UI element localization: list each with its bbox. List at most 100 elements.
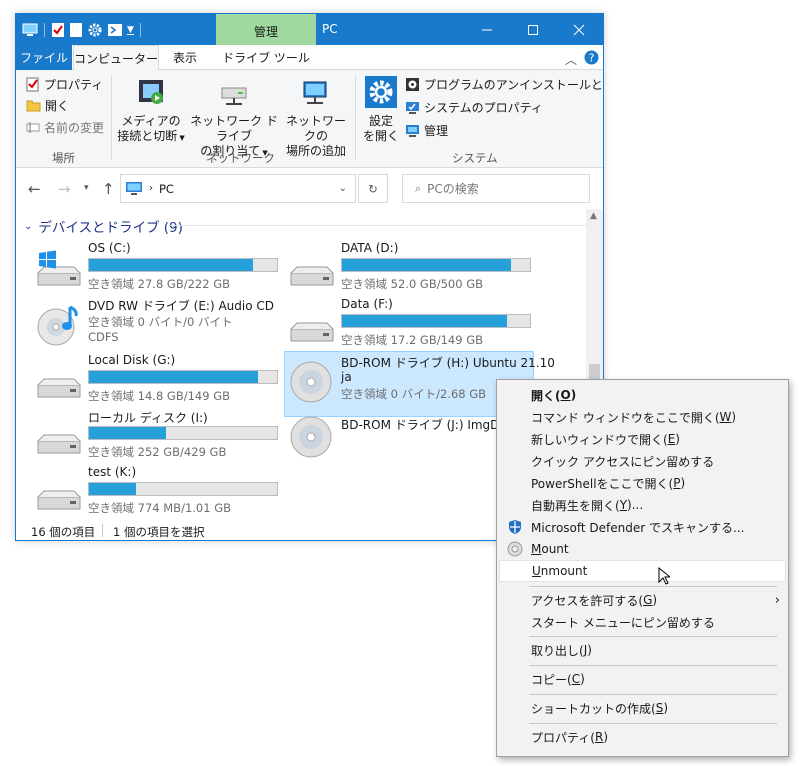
eject-pre: 取り出し(: [531, 643, 584, 658]
shortcut-key: S: [655, 701, 664, 715]
menu-item-command-window[interactable]: コマンド ウィンドウをここで開く(W): [499, 406, 786, 428]
pc-icon: [126, 182, 142, 195]
drive-g[interactable]: Local Disk (G:) 空き領域 14.8 GB/149 GB: [36, 353, 286, 407]
menu-item-pin-start[interactable]: スタート メニューにピン留めする: [499, 611, 786, 633]
menu-item-create-shortcut[interactable]: ショートカットの作成(S): [499, 697, 786, 719]
chevron-down-icon: ⌄: [24, 220, 33, 232]
group-title: デバイスとドライブ (9): [38, 220, 183, 236]
open-settings-button[interactable]: 設定 を開く: [360, 76, 402, 144]
props-post: ): [603, 730, 608, 744]
manage-icon: [406, 125, 419, 137]
properties-button[interactable]: プロパティ: [26, 76, 103, 93]
qat-dropdown-icon[interactable]: ▼: [127, 25, 134, 35]
drive-e[interactable]: DVD RW ドライブ (E:) Audio CD 空き領域 0 バイト/0 バ…: [36, 297, 286, 351]
menu-item-defender-scan[interactable]: Microsoft Defender でスキャンする...: [499, 516, 786, 538]
shortcut-pre: ショートカットの作成(: [531, 701, 656, 716]
copy-key: C: [571, 672, 581, 686]
menu-item-pin-quick-access[interactable]: クイック アクセスにピン留めする: [499, 450, 786, 472]
title-bar[interactable]: ▼ 管理 PC: [16, 14, 603, 45]
drive-c[interactable]: OS (C:) 空き領域 27.8 GB/222 GB: [36, 241, 286, 295]
menu-item-powershell[interactable]: PowerShellをここで開く(P): [499, 472, 786, 494]
menu-item-autoplay[interactable]: 自動再生を開く(Y)...: [499, 494, 786, 516]
scroll-up-icon[interactable]: ▲: [590, 211, 597, 221]
open-pre: 開く(: [531, 388, 561, 403]
address-dropdown-icon[interactable]: ⌄: [339, 183, 347, 194]
media-label-2: 接続と切断: [117, 129, 178, 143]
settings-gear-icon: [365, 76, 397, 108]
quick-access-toolbar: ▼: [22, 21, 143, 39]
menu-item-give-access[interactable]: アクセスを許可する(G) ›: [499, 589, 786, 611]
menu-item-mount[interactable]: Mount: [499, 538, 786, 560]
menu-item-eject[interactable]: 取り出し(J): [499, 639, 786, 661]
open-button[interactable]: 開く: [26, 97, 69, 114]
group-label-network: ネットワーク: [206, 151, 275, 165]
media-label-1: メディアの: [121, 114, 181, 128]
recent-locations-icon[interactable]: ▾: [84, 183, 89, 193]
drive-d[interactable]: DATA (D:) 空き領域 52.0 GB/500 GB: [289, 241, 539, 295]
menu-item-new-window[interactable]: 新しいウィンドウで開く(E): [499, 428, 786, 450]
media-connect-button[interactable]: メディアの 接続と切断 ▼: [116, 76, 186, 146]
properties-check-icon[interactable]: [51, 22, 65, 38]
context-menu: 開く(O) コマンド ウィンドウをここで開く(W) 新しいウィンドウで開く(E)…: [496, 379, 789, 757]
usage-fill: [342, 315, 508, 327]
refresh-button[interactable]: ↻: [358, 174, 388, 203]
manage-button[interactable]: 管理: [405, 122, 448, 139]
autoplay-pre: 自動再生を開く(: [531, 498, 620, 513]
media-icon: [139, 80, 163, 104]
add-network-location-button[interactable]: ネットワークの 場所の追加: [282, 76, 350, 159]
windows-drive-icon: [37, 250, 81, 286]
address-path[interactable]: PC: [159, 182, 174, 196]
powershell-icon[interactable]: [107, 23, 123, 37]
usage-bar: [88, 258, 278, 272]
group-header[interactable]: ⌄ デバイスとドライブ (9): [24, 216, 586, 236]
free-space: 空き領域 14.8 GB/149 GB: [88, 389, 230, 403]
defender-label: Microsoft Defender でスキャンする...: [531, 520, 745, 535]
address-box[interactable]: › PC ⌄: [120, 174, 356, 203]
network-location-icon: [303, 81, 327, 104]
system-properties-button[interactable]: システムのプロパティ: [405, 99, 543, 116]
back-arrow-icon[interactable]: ←: [28, 180, 41, 198]
drive-i[interactable]: ローカル ディスク (I:) 空き領域 252 GB/429 GB: [36, 409, 286, 463]
minimize-button[interactable]: [464, 14, 510, 45]
close-button[interactable]: [556, 14, 602, 45]
help-icon[interactable]: ?: [584, 50, 599, 65]
usage-bar: [88, 426, 278, 440]
drive-f[interactable]: Data (F:) 空き領域 17.2 GB/149 GB: [289, 297, 539, 351]
new-folder-icon[interactable]: [69, 22, 83, 38]
pc-icon[interactable]: [22, 23, 38, 37]
tab-file[interactable]: ファイル: [16, 45, 72, 70]
drive-name: BD-ROM ドライブ (J:) ImgDrive: [341, 418, 523, 432]
search-input[interactable]: ⌕ PCの検索: [402, 174, 590, 203]
usage-fill: [89, 483, 136, 495]
gear-icon[interactable]: [87, 22, 103, 38]
collapse-ribbon-icon[interactable]: ︿: [565, 51, 577, 68]
drive-k[interactable]: test (K:) 空き領域 774 MB/1.01 GB: [36, 465, 286, 519]
menu-item-open[interactable]: 開く(O): [499, 384, 786, 406]
menu-item-unmount[interactable]: Unmount: [499, 560, 786, 585]
tab-view[interactable]: 表示: [160, 45, 210, 70]
rename-button[interactable]: 名前の変更: [26, 119, 104, 136]
tab-computer[interactable]: コンピューター: [73, 45, 159, 71]
forward-arrow-icon[interactable]: →: [58, 180, 71, 198]
menu-item-copy[interactable]: コピー(C): [499, 668, 786, 690]
up-arrow-icon[interactable]: ↑: [102, 180, 115, 198]
uninstall-program-button[interactable]: プログラムのアンインストールと変更: [405, 76, 603, 93]
settings-label-2: を開く: [362, 129, 399, 143]
uninstall-icon: [406, 78, 419, 91]
drive-name: test (K:): [88, 465, 137, 479]
tab-drive-tools[interactable]: ドライブ ツール: [216, 45, 316, 70]
context-tab-manage[interactable]: 管理: [216, 14, 316, 45]
menu-item-properties[interactable]: プロパティ(R): [499, 726, 786, 748]
maximize-button[interactable]: [510, 14, 556, 45]
props-pre: プロパティ(: [531, 730, 595, 745]
autoplay-post: )...: [627, 498, 644, 512]
ribbon-tabs: ファイル コンピューター 表示 ドライブ ツール ︿ ?: [16, 45, 603, 71]
uninstall-label: プログラムのアンインストールと変更: [424, 78, 603, 92]
drive-name: DATA (D:): [341, 241, 399, 255]
navigation-bar: ← → ▾ ↑ › PC ⌄ ↻ ⌕ PCの検索: [16, 169, 603, 209]
map-network-drive-button[interactable]: ネットワーク ドライブ の割り当て ▼: [188, 76, 280, 161]
free-space: 空き領域 27.8 GB/222 GB: [88, 277, 230, 291]
ribbon: プロパティ 開く 名前の変更 場所 メディアの 接続と切断 ▼ ネットワーク ド…: [16, 70, 603, 168]
newwin-post: ): [675, 432, 680, 446]
system-properties-label: システムのプロパティ: [424, 101, 543, 115]
